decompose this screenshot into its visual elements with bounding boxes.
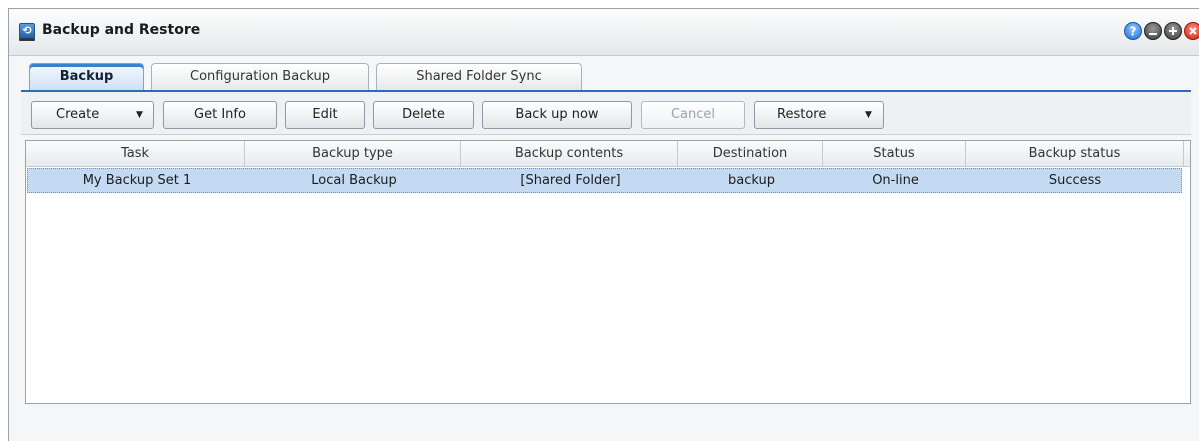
column-header-backup-status[interactable]: Backup status [966,141,1184,166]
chevron-down-icon: ▼ [865,110,872,120]
tab-shared-folder-sync[interactable]: Shared Folder Sync [376,63,582,90]
svg-text:?: ? [1130,25,1137,39]
tab-configuration-backup[interactable]: Configuration Backup [151,63,369,90]
grid-header: Task Backup type Backup contents Destina… [26,141,1190,167]
edit-button[interactable]: Edit [285,101,365,129]
get-info-button[interactable]: Get Info [163,101,277,129]
cell-task: My Backup Set 1 [82,173,192,188]
restore-button-label: Restore [777,107,827,122]
backup-task-grid: Task Backup type Backup contents Destina… [25,140,1191,404]
cell-backup-status: Success [1048,173,1102,188]
cell-backup-type: Local Backup [311,173,397,188]
back-up-now-button[interactable]: Back up now [482,101,632,129]
tab-backup[interactable]: Backup [29,63,144,90]
restore-button[interactable]: Restore ▼ [754,101,884,129]
cell-backup-contents: [Shared Folder] [520,173,621,188]
help-icon[interactable]: ? [1124,22,1142,40]
cell-destination: backup [728,173,775,188]
column-header-status[interactable]: Status [823,141,966,166]
create-button-label: Create [56,107,100,122]
column-header-task[interactable]: Task [26,141,245,166]
cell-status: On-line [872,173,919,188]
create-button[interactable]: Create ▼ [31,101,154,129]
chevron-down-icon: ▼ [136,110,143,120]
maximize-icon[interactable] [1164,22,1182,40]
cancel-button[interactable]: Cancel [641,101,745,129]
window-title: Backup and Restore [42,22,201,38]
column-header-destination[interactable]: Destination [678,141,823,166]
table-row[interactable]: My Backup Set 1 Local Backup [Shared Fol… [27,168,1182,193]
title-bar[interactable]: ⟲ Backup and Restore ? [9,9,1199,56]
column-header-backup-type[interactable]: Backup type [245,141,461,166]
minimize-icon[interactable] [1144,22,1162,40]
column-header-backup-contents[interactable]: Backup contents [461,141,678,166]
close-icon[interactable] [1184,22,1199,40]
app-backup-icon: ⟲ [19,23,35,41]
delete-button[interactable]: Delete [373,101,474,129]
